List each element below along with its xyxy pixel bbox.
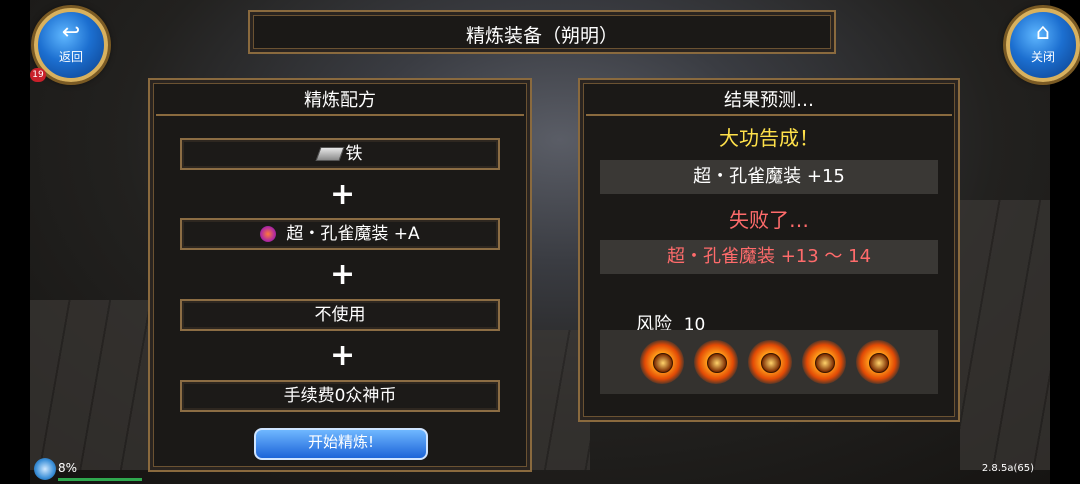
equipment-slot[interactable]: 超・孔雀魔装 +A	[180, 218, 500, 250]
risk-gem-icon	[748, 340, 792, 384]
notification-badge: 19	[30, 68, 46, 82]
material-label: 铁	[345, 144, 363, 164]
success-label: 大功告成！	[719, 126, 819, 150]
battery-text: 8%	[58, 461, 78, 475]
home-icon: ⌂	[1036, 20, 1050, 45]
option-label: 不使用	[314, 305, 366, 325]
risk-gem-icon	[694, 340, 738, 384]
recipe-divider	[156, 114, 524, 116]
title-bar: 精炼装备（朔明）	[248, 10, 836, 54]
risk-gem-icon	[856, 340, 900, 384]
version-text: 2.8.5a(65)	[981, 463, 1034, 474]
back-arrow-icon: ↩	[61, 20, 81, 45]
fail-item: 超・孔雀魔装 +13 ～ 14	[600, 240, 938, 274]
progress-bar	[58, 478, 142, 481]
result-panel-title: 结果预测…	[724, 90, 814, 111]
stone-wall-right	[960, 200, 1050, 470]
material-slot[interactable]: 铁	[180, 138, 500, 170]
start-refine-button[interactable]: 开始精炼!	[254, 428, 428, 460]
close-label: 关闭	[1030, 50, 1055, 64]
stone-floor-left	[30, 300, 150, 470]
recipe-panel-title: 精炼配方	[304, 90, 376, 111]
risk-gem-icon	[802, 340, 846, 384]
page-title: 精炼装备（朔明）	[465, 25, 618, 47]
plus-sign-2: +	[330, 257, 356, 292]
iron-ingot-icon	[314, 147, 345, 161]
status-orb-icon	[34, 458, 56, 480]
result-divider	[586, 114, 952, 116]
risk-gem-icon	[640, 340, 684, 384]
success-item: 超・孔雀魔装 +15	[600, 160, 938, 194]
close-button[interactable]: ⌂ 关闭	[1006, 8, 1080, 82]
fail-label: 失败了…	[729, 208, 809, 232]
fee-display: 手续费0众神币	[180, 380, 500, 412]
plus-sign-3: +	[330, 338, 356, 373]
risk-gem-bar	[600, 330, 938, 394]
fee-label: 手续费0众神币	[283, 386, 397, 406]
plus-sign-1: +	[330, 177, 356, 212]
equipment-icon	[260, 226, 277, 242]
back-label: 返回	[58, 50, 83, 64]
option-slot[interactable]: 不使用	[180, 299, 500, 331]
equipment-label: 超・孔雀魔装 +A	[286, 224, 420, 244]
